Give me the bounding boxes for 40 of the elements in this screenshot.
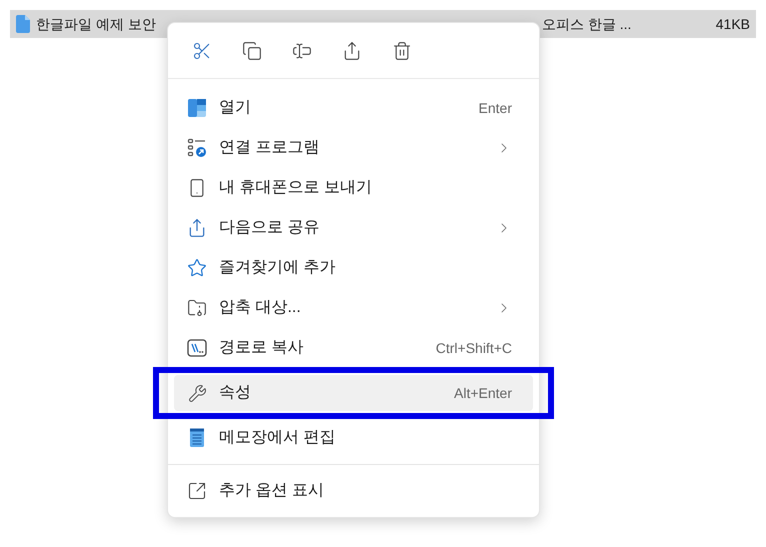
menu-item[interactable]: 압축 대상...	[174, 290, 533, 326]
menu-item-label: 내 휴대폰으로 보내기	[219, 178, 372, 198]
app-list-icon	[187, 138, 207, 158]
menu-item-label: 열기	[219, 98, 251, 118]
menu-item-label: 추가 옵션 표시	[219, 481, 324, 501]
menu-item[interactable]: 메모장에서 편집	[174, 420, 533, 456]
cut-icon[interactable]	[192, 40, 212, 60]
delete-icon[interactable]	[392, 40, 412, 60]
file-size: 41KB	[716, 14, 750, 34]
menu-item-label: 압축 대상...	[219, 298, 301, 318]
menu-item[interactable]: 연결 프로그램	[174, 130, 533, 166]
menu-item-label: 메모장에서 편집	[219, 428, 336, 448]
menu-item[interactable]: 다음으로 공유	[174, 210, 533, 246]
wrench-icon	[188, 384, 206, 402]
file-type: 오피스 한글 ...	[542, 14, 632, 34]
menu-item[interactable]: 속성 Alt+Enter	[174, 375, 533, 411]
notepad-icon	[189, 428, 205, 448]
menu-item-label: 경로로 복사	[219, 338, 304, 358]
share-icon	[187, 218, 207, 238]
file-name: 한글파일 예제 보안	[36, 14, 157, 34]
share-icon[interactable]	[342, 40, 362, 60]
menu-item[interactable]: 경로로 복사 Ctrl+Shift+C	[174, 330, 533, 366]
app-tiles-icon	[187, 98, 207, 118]
menu-item[interactable]: 내 휴대폰으로 보내기	[174, 170, 533, 206]
zip-folder-icon	[187, 298, 207, 318]
menu-item-label: 연결 프로그램	[219, 138, 320, 158]
star-icon	[187, 258, 207, 278]
menu-item[interactable]: 추가 옵션 표시	[174, 473, 533, 509]
document-icon	[16, 15, 30, 33]
menu-item[interactable]: 열기 Enter	[174, 90, 533, 126]
menu-item-label: 다음으로 공유	[219, 218, 320, 238]
menu-item[interactable]: 즐겨찾기에 추가	[174, 250, 533, 286]
menu-item-label: 즐겨찾기에 추가	[219, 258, 336, 278]
shortcut-text: Ctrl+Shift+C	[436, 338, 512, 358]
external-window-icon	[187, 481, 207, 501]
menu-item-label: 속성	[219, 383, 251, 403]
shortcut-text: Enter	[478, 98, 512, 118]
copy-icon[interactable]	[242, 40, 262, 60]
path-icon	[187, 339, 207, 357]
shortcut-text: Alt+Enter	[454, 384, 512, 402]
